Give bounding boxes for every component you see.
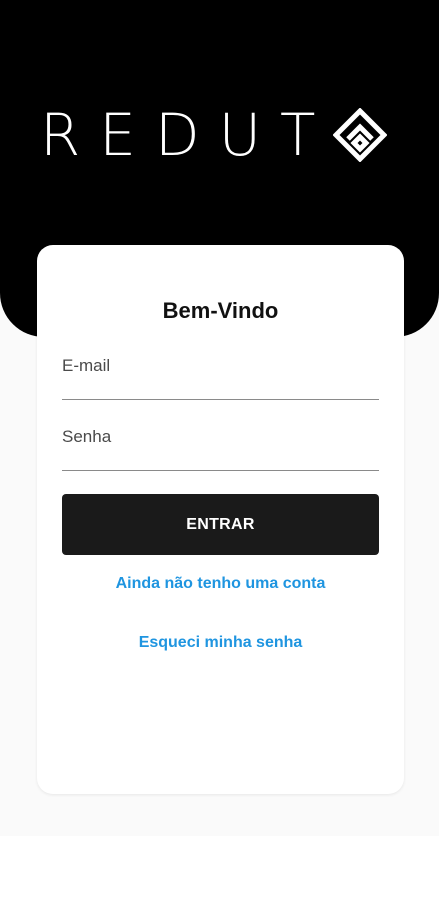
- password-field-container: [62, 420, 379, 471]
- password-field[interactable]: [62, 420, 379, 454]
- signup-link[interactable]: Ainda não tenho uma conta: [37, 575, 404, 593]
- brand: REDUT: [40, 104, 387, 166]
- email-field-container: [62, 349, 379, 400]
- login-card: Bem-Vindo ENTRAR Ainda não tenho uma con…: [37, 245, 404, 794]
- brand-wordmark: REDUT: [40, 101, 335, 169]
- email-field[interactable]: [62, 349, 379, 383]
- diamond-logo-icon: [332, 108, 387, 162]
- forgot-password-link[interactable]: Esqueci minha senha: [37, 634, 404, 652]
- login-button[interactable]: ENTRAR: [62, 494, 379, 555]
- page-title: Bem-Vindo: [162, 298, 279, 323]
